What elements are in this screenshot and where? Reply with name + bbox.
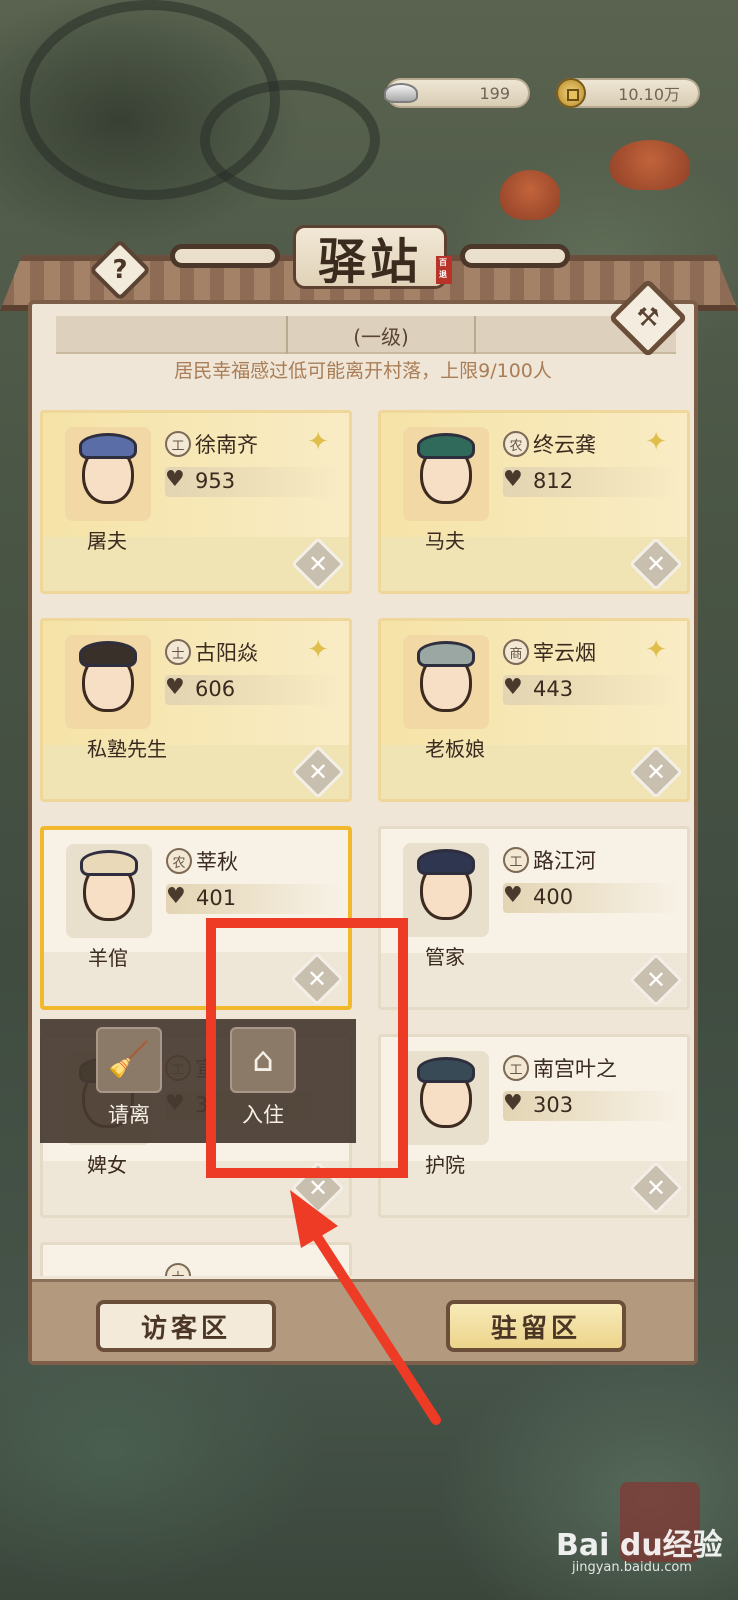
cloud-ornament [170,244,280,268]
resident-role: 老板娘 [425,737,485,761]
tab-resident-area[interactable]: 驻留区 [446,1300,626,1352]
happiness-score: 400 [533,885,574,909]
heart-icon: ♥ [165,467,185,492]
portrait-avatar [65,635,151,729]
highlight-box [206,918,408,1178]
resident-name: 徐南齐 [195,433,258,457]
silver-counter[interactable]: 199 [384,78,530,108]
happiness-score: 812 [533,469,574,493]
happiness-score: 606 [195,677,236,701]
resident-name: 宰云烟 [533,641,596,665]
resident-card[interactable]: 屠夫 工 徐南齐 ✦ ♥ 953 ✕ [40,410,352,594]
portrait-avatar [403,635,489,729]
resident-role: 羊倌 [88,946,128,970]
sparkle-icon: ✦ [645,635,667,665]
silver-ingot-icon [382,76,420,110]
dismiss-button[interactable]: 🧹 请离 [92,1027,166,1137]
sparkle-icon: ✦ [645,427,667,457]
autumn-tree-icon [500,170,560,220]
resident-name: 南宫叶之 [533,1057,617,1081]
resident-card[interactable]: 老板娘 商 宰云烟 ✦ ♥ 443 ✕ [378,618,690,802]
station-level: (一级) [286,316,476,354]
coin-amount: 10.10万 [618,85,680,104]
close-icon: ✕ [645,1174,667,1202]
title-banner: 驿站 百退 [170,222,570,292]
class-badge: 工 [503,847,529,873]
silver-amount: 199 [479,83,510,103]
question-icon: ? [112,255,128,285]
heart-icon: ♥ [503,675,523,700]
close-icon: ✕ [307,550,329,578]
cloud-ornament [460,244,570,268]
resident-card[interactable]: 护院 工 南宫叶之 ♥ 303 ✕ [378,1034,690,1218]
copper-coin-icon [552,76,590,110]
resident-card[interactable]: 士 [40,1242,352,1276]
title-stamp: 百退 [436,256,452,284]
resident-card[interactable]: 马夫 农 终云龚 ✦ ♥ 812 ✕ [378,410,690,594]
resident-role: 马夫 [425,529,465,553]
class-badge: 士 [165,639,191,665]
resident-name: 古阳焱 [195,641,258,665]
happiness-score: 443 [533,677,574,701]
class-badge: 商 [503,639,529,665]
dismiss-label: 请离 [108,1103,150,1127]
resident-card[interactable]: 私塾先生 士 古阳焱 ✦ ♥ 606 ✕ [40,618,352,802]
portrait-avatar [65,427,151,521]
portrait-avatar [403,843,489,937]
heart-icon: ♥ [166,884,186,909]
station-panel: (一级) 居民幸福感过低可能离开村落，上限9/100人 屠夫 工 徐南齐 ✦ ♥… [28,300,698,1365]
resident-name: 莘秋 [196,850,238,874]
heart-icon: ♥ [503,467,523,492]
population-info: 居民幸福感过低可能离开村落，上限9/100人 [174,360,552,382]
page-title-text: 驿站 [317,234,422,290]
autumn-tree-icon [610,140,690,190]
class-badge: 工 [165,431,191,457]
heart-icon: ♥ [503,883,523,908]
tab-visitor-area[interactable]: 访客区 [96,1300,276,1352]
close-icon: ✕ [645,966,667,994]
class-badge: 士 [165,1263,191,1276]
cloud-swirl [200,80,380,200]
happiness-score: 303 [533,1093,574,1117]
happiness-score: 401 [196,886,237,910]
resident-role: 私塾先生 [87,737,167,761]
hammer-icon: ⚒ [636,303,660,333]
close-icon: ✕ [307,758,329,786]
class-badge: 工 [503,1055,529,1081]
tab-bar: 访客区 驻留区 [32,1279,694,1361]
resident-name: 路江河 [533,849,596,873]
resident-role: 护院 [425,1153,465,1177]
watermark-logo: Bai du经验 [556,1528,723,1563]
heart-icon: ♥ [503,1091,523,1116]
portrait-avatar [403,427,489,521]
broom-icon: 🧹 [96,1027,162,1093]
heart-icon: ♥ [165,675,185,700]
resident-name: 终云龚 [533,433,596,457]
class-badge: 农 [503,431,529,457]
close-icon: ✕ [645,550,667,578]
close-icon: ✕ [645,758,667,786]
sparkle-icon: ✦ [307,635,329,665]
class-badge: 农 [166,848,192,874]
happiness-score: 953 [195,469,236,493]
resident-role: 管家 [425,945,465,969]
resident-card[interactable]: 管家 工 路江河 ♥ 400 ✕ [378,826,690,1010]
level-bar: (一级) [56,316,676,354]
resident-role: 屠夫 [87,529,127,553]
coin-counter[interactable]: 10.10万 [556,78,700,108]
resident-role: 婢女 [87,1153,127,1177]
portrait-avatar [403,1051,489,1145]
watermark-url: jingyan.baidu.com [572,1560,692,1575]
sparkle-icon: ✦ [307,427,329,457]
portrait-avatar [66,844,152,938]
page-title: 驿站 百退 [292,225,452,290]
